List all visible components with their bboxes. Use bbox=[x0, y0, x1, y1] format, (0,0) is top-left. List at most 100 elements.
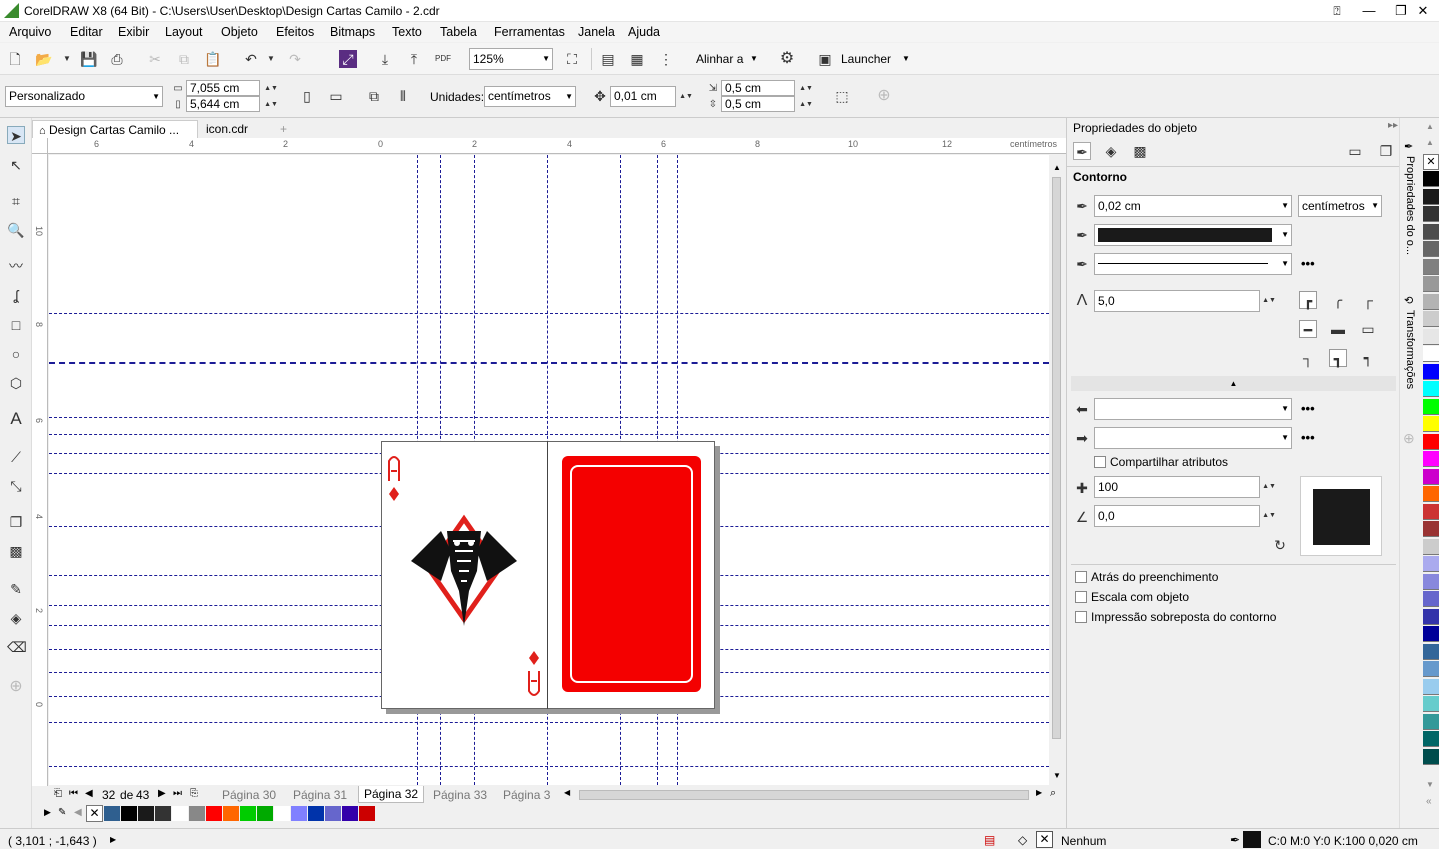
line-style-combo[interactable]: ▼ bbox=[1094, 253, 1292, 275]
first-page-icon[interactable]: ⏮ bbox=[69, 788, 78, 799]
color-swatch[interactable] bbox=[1423, 311, 1439, 327]
color-swatch[interactable] bbox=[1423, 468, 1439, 485]
menu-texto[interactable]: Texto bbox=[392, 25, 422, 39]
nudge-spinner-icon[interactable]: ▲▼ bbox=[677, 88, 695, 104]
color-swatch[interactable] bbox=[1423, 328, 1439, 345]
menu-efeitos[interactable]: Efeitos bbox=[276, 25, 314, 39]
transformations-tab-icon[interactable]: ⟲ bbox=[1404, 294, 1413, 307]
treat-as-filled-icon[interactable]: ⬚ bbox=[833, 87, 851, 105]
color-swatch[interactable] bbox=[1423, 661, 1439, 677]
color-swatch[interactable] bbox=[308, 806, 324, 821]
vertical-scrollbar[interactable]: ▲ ▼ bbox=[1049, 155, 1065, 785]
color-swatch[interactable] bbox=[1423, 171, 1439, 187]
scroll-up-icon[interactable]: ▲ bbox=[1053, 163, 1061, 172]
color-swatch[interactable] bbox=[138, 806, 154, 821]
behind-fill-checkbox[interactable] bbox=[1075, 571, 1087, 583]
guideline[interactable] bbox=[49, 417, 1049, 418]
close-button[interactable]: ✕ bbox=[1406, 0, 1439, 22]
color-swatch[interactable] bbox=[1423, 696, 1439, 712]
doc-tab-design-cartas[interactable]: ⌂ Design Cartas Camilo ... bbox=[32, 120, 198, 138]
nib-preview[interactable] bbox=[1300, 476, 1382, 556]
import-icon[interactable]: ⤓ bbox=[376, 50, 394, 68]
palette-expand-icon[interactable]: « bbox=[1426, 796, 1432, 807]
square-cap-icon[interactable]: ━ bbox=[1299, 320, 1317, 338]
drop-shadow-tool-icon[interactable]: ❐ bbox=[7, 513, 25, 531]
print-icon[interactable]: ⎙ bbox=[108, 50, 126, 68]
page-height-input[interactable]: 5,644 cm bbox=[186, 96, 260, 112]
add-doc-tab-plus-icon[interactable]: + bbox=[274, 120, 293, 138]
paste-icon[interactable]: 📋 bbox=[204, 50, 222, 68]
undo-icon[interactable]: ↶ bbox=[242, 50, 260, 68]
color-swatch[interactable] bbox=[1423, 556, 1439, 572]
open-dropdown-icon[interactable]: ▼ bbox=[58, 50, 76, 68]
page-back-icon[interactable]: ⎗ bbox=[54, 788, 62, 799]
outline-width-combo[interactable]: 0,02 cm ▼ bbox=[1094, 195, 1292, 217]
color-swatch[interactable] bbox=[1423, 713, 1439, 730]
stretch-input[interactable]: 100 bbox=[1094, 476, 1260, 498]
color-swatch[interactable] bbox=[1423, 503, 1439, 520]
dup-x-spinner-icon[interactable]: ▲▼ bbox=[797, 80, 815, 94]
units-dropdown-icon[interactable]: ▼ bbox=[565, 87, 573, 106]
color-swatch[interactable] bbox=[1423, 521, 1439, 537]
page-tab-30[interactable]: Página 30 bbox=[222, 788, 276, 802]
palette-eyedropper-icon[interactable]: ✎ bbox=[58, 807, 66, 818]
page-size-preset-combo[interactable]: Personalizado ▼ bbox=[5, 86, 163, 107]
inside-position-icon[interactable]: ┑ bbox=[1359, 349, 1377, 367]
page-tab-31[interactable]: Página 31 bbox=[293, 788, 347, 802]
color-swatch[interactable] bbox=[1423, 381, 1439, 397]
units-combo[interactable]: centímetros ▼ bbox=[484, 86, 576, 107]
line-style-settings-icon[interactable]: ••• bbox=[1301, 256, 1315, 271]
toolbox-add-plus-icon[interactable]: ⊕ bbox=[7, 678, 25, 696]
color-swatch[interactable] bbox=[1423, 433, 1439, 450]
eyedropper-tool-icon[interactable]: ✎ bbox=[7, 580, 25, 598]
bevel-corner-icon[interactable]: ┌ bbox=[1359, 291, 1377, 309]
round-cap-icon[interactable]: ▬ bbox=[1329, 320, 1347, 338]
width-spinner-icon[interactable]: ▲▼ bbox=[262, 80, 280, 94]
outline-units-combo[interactable]: centímetros ▼ bbox=[1298, 195, 1382, 217]
page-tab-more[interactable]: Página 3 bbox=[503, 788, 550, 802]
text-tool-icon[interactable]: A bbox=[7, 410, 25, 428]
page-tab-33[interactable]: Página 33 bbox=[433, 788, 487, 802]
stretch-spinner-icon[interactable]: ▲▼ bbox=[1260, 478, 1278, 496]
open-icon[interactable]: 📂 bbox=[35, 50, 53, 68]
show-rulers-icon[interactable]: ▤ bbox=[599, 50, 617, 68]
color-swatch[interactable] bbox=[1423, 591, 1439, 607]
save-icon[interactable]: 💾 bbox=[80, 50, 98, 68]
color-swatch[interactable] bbox=[359, 806, 375, 821]
color-swatch[interactable] bbox=[1423, 748, 1439, 765]
ellipse-tool-icon[interactable]: ○ bbox=[7, 345, 25, 363]
color-swatch[interactable] bbox=[1423, 258, 1439, 275]
color-swatch[interactable] bbox=[1423, 608, 1439, 625]
menu-arquivo[interactable]: Arquivo bbox=[9, 25, 51, 39]
copy-icon[interactable]: ⧉ bbox=[175, 50, 193, 68]
end-arrowhead-combo[interactable]: ▼ bbox=[1094, 427, 1292, 449]
shape-tool-icon[interactable]: ↖ bbox=[7, 156, 25, 174]
interactive-fill-tool-icon[interactable]: ◈ bbox=[7, 609, 25, 627]
collapse-section-icon[interactable]: ▲ bbox=[1071, 376, 1396, 391]
center-position-icon[interactable]: ┓ bbox=[1329, 349, 1347, 367]
vertical-scroll-thumb[interactable] bbox=[1052, 177, 1061, 739]
end-arrow-settings-icon[interactable]: ••• bbox=[1301, 430, 1315, 445]
preset-dropdown-icon[interactable]: ▼ bbox=[152, 87, 160, 106]
guideline[interactable] bbox=[49, 766, 1049, 767]
redo-icon[interactable]: ↷ bbox=[286, 50, 304, 68]
menu-ferramentas[interactable]: Ferramentas bbox=[494, 25, 565, 39]
new-document-icon[interactable]: 🗋 bbox=[6, 50, 24, 68]
transparency-props-icon[interactable]: ▩ bbox=[1131, 142, 1149, 160]
guideline[interactable] bbox=[49, 313, 1049, 314]
color-swatch[interactable] bbox=[1423, 731, 1439, 747]
nib-angle-input[interactable]: 0,0 bbox=[1094, 505, 1260, 527]
next-page-icon[interactable]: ▶ bbox=[158, 788, 166, 799]
start-arrow-dropdown-icon[interactable]: ▼ bbox=[1281, 399, 1289, 419]
hscroll-right-icon[interactable]: ▶ bbox=[1036, 788, 1042, 797]
object-props-tab-icon[interactable]: ✒ bbox=[1404, 140, 1413, 153]
align-to-label[interactable]: Alinhar a bbox=[696, 52, 743, 66]
color-swatch[interactable] bbox=[1423, 626, 1439, 642]
outline-color-picker[interactable]: ▼ bbox=[1094, 224, 1292, 246]
export-icon[interactable]: ⤒ bbox=[405, 50, 423, 68]
color-swatch[interactable] bbox=[1423, 276, 1439, 292]
color-swatch[interactable] bbox=[1423, 451, 1439, 467]
zoom-dropdown-icon[interactable]: ▼ bbox=[542, 49, 550, 69]
miter-spinner-icon[interactable]: ▲▼ bbox=[1260, 292, 1278, 310]
menu-janela[interactable]: Janela bbox=[578, 25, 615, 39]
